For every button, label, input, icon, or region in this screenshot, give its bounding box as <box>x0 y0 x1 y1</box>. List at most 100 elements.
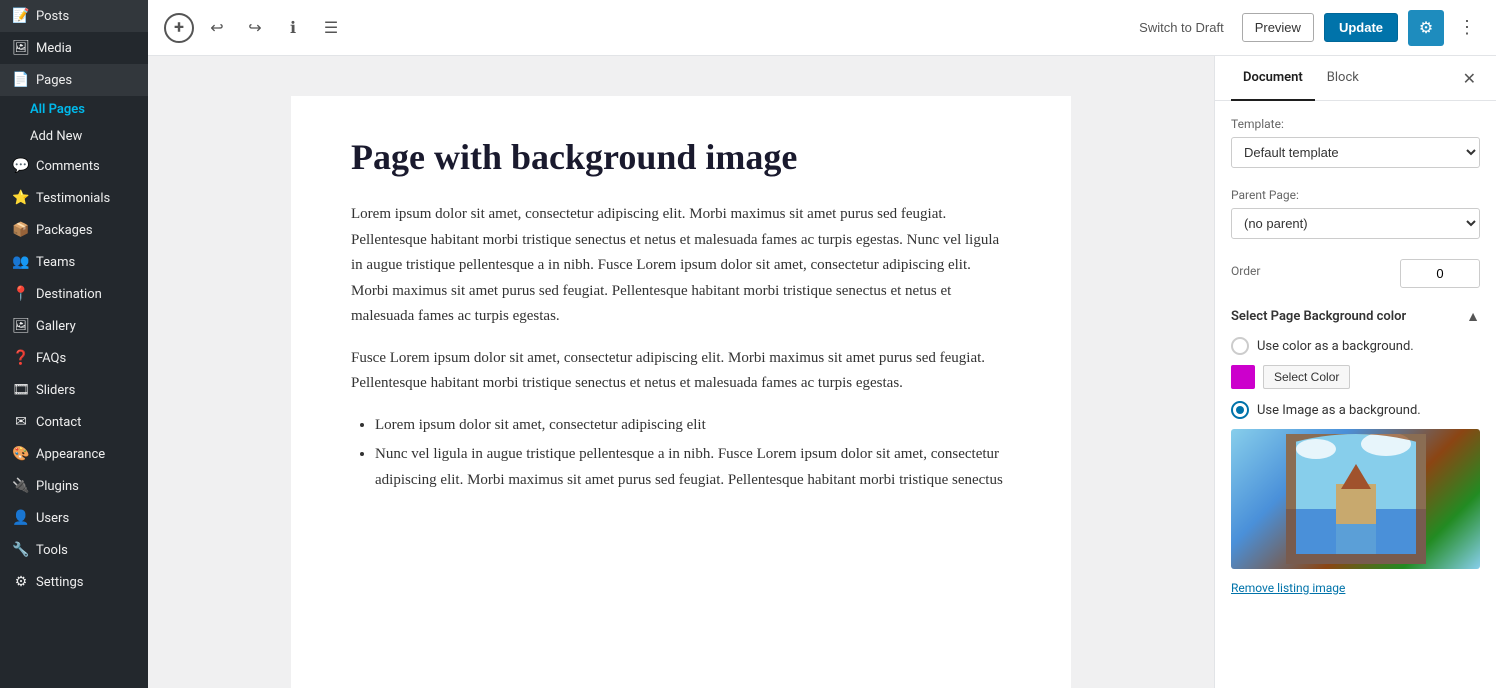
sidebar-item-teams[interactable]: 👥 Teams <box>0 246 148 278</box>
bg-color-section: Select Page Background color ▲ Use color… <box>1231 308 1480 596</box>
color-swatch[interactable] <box>1231 365 1255 389</box>
update-button[interactable]: Update <box>1324 13 1398 42</box>
plugins-icon: 🔌 <box>12 478 30 494</box>
gallery-icon: 🖼 <box>12 318 30 334</box>
sidebar: 📝 Posts 🖼 Media 📄 Pages All Pages Add Ne… <box>0 0 148 688</box>
template-label: Template: <box>1231 117 1480 131</box>
main-area: + ↩ ↪ ℹ ☰ Switch to Draft Preview Update… <box>148 0 1496 688</box>
sidebar-label-comments: Comments <box>36 159 100 174</box>
sidebar-label-destination: Destination <box>36 287 102 302</box>
undo-button[interactable]: ↩ <box>202 13 232 43</box>
remove-image-link[interactable]: Remove listing image <box>1231 581 1345 595</box>
parent-page-section: Parent Page: (no parent) <box>1231 188 1480 239</box>
faqs-icon: ❓ <box>12 350 30 366</box>
packages-icon: 📦 <box>12 222 30 238</box>
template-section: Template: Default template <box>1231 117 1480 168</box>
use-color-row: Use color as a background. <box>1231 337 1480 355</box>
sidebar-sub-add-new[interactable]: Add New <box>0 123 148 150</box>
sidebar-label-media: Media <box>36 41 72 56</box>
list-block: Lorem ipsum dolor sit amet, consectetur … <box>375 413 1011 494</box>
right-panel: Document Block ✕ Template: Default templ… <box>1214 56 1496 688</box>
list-item-1[interactable]: Lorem ipsum dolor sit amet, consectetur … <box>375 413 1011 439</box>
editor-inner: Page with background image Lorem ipsum d… <box>291 96 1071 688</box>
paragraph-1[interactable]: Lorem ipsum dolor sit amet, consectetur … <box>351 202 1011 330</box>
info-button[interactable]: ℹ <box>278 13 308 43</box>
appearance-icon: 🎨 <box>12 446 30 462</box>
template-select[interactable]: Default template <box>1231 137 1480 168</box>
list-item-2[interactable]: Nunc vel ligula in augue tristique pelle… <box>375 442 1011 493</box>
order-label: Order <box>1231 264 1260 278</box>
sidebar-item-settings[interactable]: ⚙ Settings <box>0 566 148 598</box>
sidebar-item-contact[interactable]: ✉ Contact <box>0 406 148 438</box>
use-color-radio[interactable] <box>1231 337 1249 355</box>
switch-to-draft-button[interactable]: Switch to Draft <box>1131 16 1232 39</box>
use-image-radio[interactable] <box>1231 401 1249 419</box>
list-view-button[interactable]: ☰ <box>316 13 346 43</box>
posts-icon: 📝 <box>12 8 30 24</box>
panel-tabs: Document Block ✕ <box>1215 56 1496 101</box>
content-wrapper: Page with background image Lorem ipsum d… <box>148 56 1496 688</box>
bg-section-title: Select Page Background color <box>1231 309 1406 324</box>
sidebar-item-media[interactable]: 🖼 Media <box>0 32 148 64</box>
paragraph-2[interactable]: Fusce Lorem ipsum dolor sit amet, consec… <box>351 346 1011 397</box>
redo-button[interactable]: ↪ <box>240 13 270 43</box>
sidebar-item-appearance[interactable]: 🎨 Appearance <box>0 438 148 470</box>
users-icon: 👤 <box>12 510 30 526</box>
sidebar-item-gallery[interactable]: 🖼 Gallery <box>0 310 148 342</box>
bg-image-preview <box>1231 429 1480 569</box>
editor-area[interactable]: Page with background image Lorem ipsum d… <box>148 56 1214 688</box>
preview-button[interactable]: Preview <box>1242 13 1314 42</box>
more-options-button[interactable]: ⋮ <box>1454 13 1480 42</box>
contact-icon: ✉ <box>12 414 30 430</box>
sidebar-item-sliders[interactable]: 🎞 Sliders <box>0 374 148 406</box>
sidebar-item-plugins[interactable]: 🔌 Plugins <box>0 470 148 502</box>
parent-page-label: Parent Page: <box>1231 188 1480 202</box>
sidebar-label-users: Users <box>36 511 69 526</box>
tab-block[interactable]: Block <box>1315 56 1371 101</box>
sidebar-item-faqs[interactable]: ❓ FAQs <box>0 342 148 374</box>
sidebar-item-users[interactable]: 👤 Users <box>0 502 148 534</box>
tab-document[interactable]: Document <box>1231 56 1315 101</box>
use-color-label: Use color as a background. <box>1257 339 1414 354</box>
sidebar-label-teams: Teams <box>36 255 75 270</box>
select-color-button[interactable]: Select Color <box>1263 365 1350 389</box>
sidebar-item-tools[interactable]: 🔧 Tools <box>0 534 148 566</box>
toolbar-right: Switch to Draft Preview Update ⚙ ⋮ <box>1131 10 1480 46</box>
use-image-label: Use Image as a background. <box>1257 403 1421 418</box>
use-image-row: Use Image as a background. <box>1231 401 1480 419</box>
sidebar-label-posts: Posts <box>36 9 69 24</box>
comments-icon: 💬 <box>12 158 30 174</box>
tools-icon: 🔧 <box>12 542 30 558</box>
sidebar-item-comments[interactable]: 💬 Comments <box>0 150 148 182</box>
sidebar-label-testimonials: Testimonials <box>36 191 110 206</box>
sidebar-label-gallery: Gallery <box>36 319 76 334</box>
panel-body: Template: Default template Parent Page: … <box>1215 101 1496 688</box>
settings-button[interactable]: ⚙ <box>1408 10 1444 46</box>
sidebar-label-packages: Packages <box>36 223 93 238</box>
order-section: Order <box>1231 259 1480 288</box>
sidebar-item-testimonials[interactable]: ⭐ Testimonials <box>0 182 148 214</box>
sidebar-item-destination[interactable]: 📍 Destination <box>0 278 148 310</box>
bg-section-toggle[interactable]: ▲ <box>1466 308 1480 325</box>
sidebar-item-pages[interactable]: 📄 Pages <box>0 64 148 96</box>
page-title[interactable]: Page with background image <box>351 136 1011 178</box>
sidebar-label-settings: Settings <box>36 575 83 590</box>
bg-image-inner <box>1231 429 1480 569</box>
sidebar-label-tools: Tools <box>36 543 68 558</box>
settings-icon: ⚙ <box>12 574 30 590</box>
color-select-row: Select Color <box>1231 365 1480 389</box>
sidebar-label-appearance: Appearance <box>36 447 105 462</box>
close-panel-button[interactable]: ✕ <box>1459 65 1480 92</box>
sidebar-sub-all-pages[interactable]: All Pages <box>0 96 148 123</box>
destination-icon: 📍 <box>12 286 30 302</box>
sliders-icon: 🎞 <box>12 382 30 398</box>
sidebar-item-posts[interactable]: 📝 Posts <box>0 0 148 32</box>
sidebar-label-faqs: FAQs <box>36 351 66 366</box>
media-icon: 🖼 <box>12 40 30 56</box>
order-input[interactable] <box>1400 259 1480 288</box>
testimonials-icon: ⭐ <box>12 190 30 206</box>
add-block-button[interactable]: + <box>164 13 194 43</box>
toolbar: + ↩ ↪ ℹ ☰ Switch to Draft Preview Update… <box>148 0 1496 56</box>
sidebar-item-packages[interactable]: 📦 Packages <box>0 214 148 246</box>
parent-page-select[interactable]: (no parent) <box>1231 208 1480 239</box>
